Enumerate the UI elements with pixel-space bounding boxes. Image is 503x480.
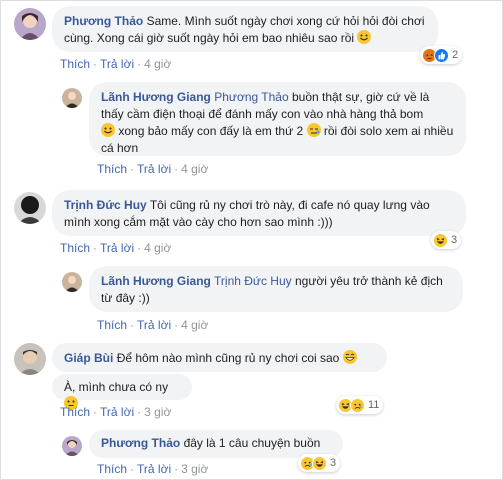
avatar[interactable] xyxy=(14,8,46,40)
reaction-count: 11 xyxy=(368,399,380,411)
comment-bubble: À, mình chưa có ny xyxy=(52,374,192,410)
comment-text: Để hôm nào mình cũng rủ ny chơi coi sao xyxy=(116,351,340,365)
comment-actions: Thích · Trả lời · 3 giờ xyxy=(97,462,209,476)
comment-actions: Thích · Trả lời · 4 giờ xyxy=(60,241,172,255)
comment-author[interactable]: Lãnh Hương Giang xyxy=(101,274,211,288)
comment-time[interactable]: 4 giờ xyxy=(144,57,171,71)
reply-link[interactable]: Trả lời xyxy=(137,462,171,476)
like-link[interactable]: Thích xyxy=(97,162,127,176)
comment-actions: Thích · Trả lời · 4 giờ xyxy=(97,162,209,176)
avatar[interactable] xyxy=(62,436,82,456)
avatar[interactable] xyxy=(14,192,46,224)
like-link[interactable]: Thích xyxy=(97,318,127,332)
sad-icon xyxy=(350,397,365,413)
mentioned-user[interactable]: Phương Thảo xyxy=(214,90,288,104)
comment-bubble: Lãnh Hương Giang Phương Thảo buồn thật s… xyxy=(89,82,466,156)
smile-emoji-icon xyxy=(101,123,115,137)
comment-author[interactable]: Trịnh Đức Huy xyxy=(64,198,147,212)
comment-author[interactable]: Lãnh Hương Giang xyxy=(101,90,211,104)
reaction-summary[interactable]: 3 xyxy=(431,231,462,249)
comment-actions: Thích · Trả lời · 3 giờ xyxy=(60,405,172,419)
avatar[interactable] xyxy=(62,88,82,108)
reply-link[interactable]: Trả lời xyxy=(137,162,171,176)
like-icon xyxy=(434,47,449,63)
sleepy-emoji-icon xyxy=(306,123,321,137)
comment-time[interactable]: 4 giờ xyxy=(144,241,171,255)
like-link[interactable]: Thích xyxy=(97,462,127,476)
haha-icon xyxy=(433,232,448,248)
like-link[interactable]: Thích xyxy=(60,405,90,419)
grin-emoji-icon xyxy=(342,350,357,364)
avatar[interactable] xyxy=(62,272,82,292)
reply-link[interactable]: Trả lời xyxy=(100,241,134,255)
haha-icon xyxy=(312,455,327,471)
comment-text: À, mình chưa có ny xyxy=(64,380,169,394)
comment-actions: Thích · Trả lời · 4 giờ xyxy=(97,318,209,332)
comment-time[interactable]: 3 giờ xyxy=(181,462,208,476)
reply-link[interactable]: Trả lời xyxy=(137,318,171,332)
avatar[interactable] xyxy=(14,343,46,375)
reaction-summary[interactable]: 3 xyxy=(298,454,341,472)
comment-actions: Thích · Trả lời · 4 giờ xyxy=(60,57,172,71)
comment-bubble: Phương Thảo Same. Mình suốt ngày chơi xo… xyxy=(52,6,438,52)
comment-time[interactable]: 4 giờ xyxy=(181,162,208,176)
reaction-summary[interactable]: 2 xyxy=(420,46,463,64)
reaction-count: 3 xyxy=(451,234,458,246)
comment-time[interactable]: 4 giờ xyxy=(181,318,208,332)
like-link[interactable]: Thích xyxy=(60,57,90,71)
reply-link[interactable]: Trả lời xyxy=(100,405,134,419)
reaction-summary[interactable]: 11 xyxy=(336,396,384,414)
reaction-count: 2 xyxy=(452,49,459,61)
comment-bubble: Trịnh Đức Huy Tôi cũng rủ ny chơi trò nà… xyxy=(52,190,466,236)
comment-text: đây là 1 câu chuyện buồn xyxy=(183,436,321,450)
smile-emoji-icon xyxy=(357,30,372,44)
like-link[interactable]: Thích xyxy=(60,241,90,255)
comment-bubble: Lãnh Hương Giang Trịnh Đức Huy người yêu… xyxy=(89,266,463,312)
comment-text: xong bảo mấy con đấy là em thứ 2 xyxy=(118,124,304,138)
mentioned-user[interactable]: Trịnh Đức Huy xyxy=(214,274,292,288)
comment-author[interactable]: Phương Thảo xyxy=(64,14,143,28)
comment-bubble: Giáp Bùi Để hôm nào mình cũng rủ ny chơi… xyxy=(52,343,387,372)
comment-author[interactable]: Giáp Bùi xyxy=(64,351,113,365)
reply-link[interactable]: Trả lời xyxy=(100,57,134,71)
reaction-count: 3 xyxy=(330,457,337,469)
comment-time[interactable]: 3 giờ xyxy=(144,405,171,419)
comment-author[interactable]: Phương Thảo xyxy=(101,436,180,450)
